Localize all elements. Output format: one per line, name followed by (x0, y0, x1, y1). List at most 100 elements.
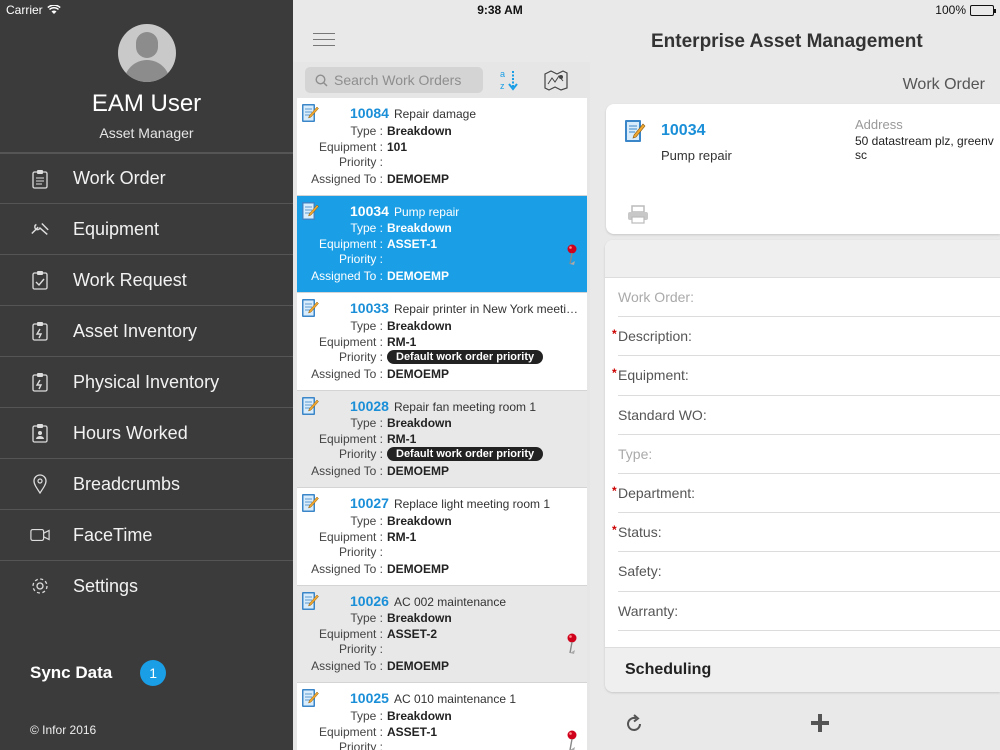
description-field[interactable]: * Description: (612, 317, 1000, 357)
clipboard-check-icon (30, 269, 50, 291)
type-value: Breakdown (387, 708, 452, 723)
sidebar-item-facetime[interactable]: FaceTime (0, 509, 293, 560)
type-row: Type : Breakdown (297, 416, 452, 431)
department-field[interactable]: * Department: (612, 474, 1000, 514)
equipment-value: ASSET-2 (387, 627, 438, 641)
type-field[interactable]: Type: (618, 435, 1000, 474)
work-order-number: 10025 (350, 690, 389, 706)
warranty-field[interactable]: Warranty: (618, 592, 1000, 631)
clock: 9:38 AM (477, 3, 523, 17)
work-order-doc-icon (302, 591, 319, 610)
equipment-value: ASSET-1 (387, 237, 438, 251)
sidebar-item-breadcrumbs[interactable]: Breadcrumbs (0, 458, 293, 509)
wrench-icon (30, 218, 50, 240)
battery-label: 100% (935, 3, 966, 17)
work-order-number: 10033 (350, 300, 389, 316)
equipment-label: Equipment : (318, 237, 383, 251)
priority-label: Priority : (338, 154, 383, 169)
work-order-list-item[interactable]: 10034 Pump repair Type : Breakdown Equipment… (297, 195, 587, 293)
priority-row: Priority : (297, 544, 387, 559)
sidebar-item-asset-inventory[interactable]: Asset Inventory (0, 305, 293, 356)
work-order-title: Repair fan meeting room 1 (393, 399, 537, 414)
required-marker: * (612, 366, 617, 381)
warranty-label: Warranty: (618, 602, 679, 619)
work-order-heading: 10028 Repair fan meeting room 1 (350, 398, 536, 414)
map-icon[interactable] (543, 69, 569, 91)
address-line-2: sc (855, 148, 867, 162)
sidebar-item-settings[interactable]: Settings (0, 560, 293, 611)
type-label: Type : (350, 221, 383, 235)
type-row: Type : Breakdown (297, 123, 451, 138)
map-pin-icon[interactable] (565, 633, 579, 655)
priority-label: Priority : (338, 349, 383, 364)
assigned-row: Assigned To : DEMOEMP (297, 464, 449, 479)
work-order-doc-icon (302, 494, 319, 512)
priority-label: Priority : (338, 544, 383, 559)
assigned-value: DEMOEMP (387, 561, 450, 576)
priority-badge: Default work order priority (387, 349, 544, 364)
work-order-heading: 10034 Pump repair (350, 203, 459, 219)
work-order-number: 10084 (350, 105, 389, 121)
work-order-list: 10084 Repair damage Type : Breakdown Equipme… (297, 98, 587, 750)
gear-icon (30, 575, 50, 597)
search-icon (315, 73, 328, 87)
work-order-list-item[interactable]: 10026 AC 002 maintenance Type : Breakdown Eq… (297, 585, 587, 683)
clipboard-scan-icon (30, 371, 50, 393)
priority-row: Priority : Default work order priority (297, 349, 544, 364)
sidebar-item-hours-worked[interactable]: Hours Worked (0, 407, 293, 458)
scheduling-section[interactable]: Scheduling (605, 647, 1000, 692)
priority-label: Priority : (338, 642, 383, 656)
equipment-row: Equipment : RM-1 (297, 432, 416, 447)
add-icon[interactable] (809, 712, 831, 734)
search-input[interactable] (334, 72, 474, 88)
standard-wo-label: Standard WO: (618, 406, 707, 423)
sidebar-item-physical-inventory[interactable]: Physical Inventory (0, 356, 293, 407)
work-order-list-item[interactable]: 10027 Replace light meeting room 1 Type : B… (297, 488, 587, 586)
assigned-value: DEMOEMP (387, 659, 450, 673)
work-order-detail-panel: Work Order 10034 Pump repair Address 50 … (590, 62, 1000, 750)
avatar[interactable] (118, 24, 176, 82)
work-order-title: AC 010 maintenance 1 (393, 692, 517, 706)
print-icon[interactable] (626, 204, 650, 224)
work-order-number: 10028 (350, 397, 389, 414)
sync-data-button[interactable]: Sync Data 1 (30, 660, 167, 686)
type-value: Breakdown (387, 416, 452, 430)
work-order-list-item[interactable]: 10084 Repair damage Type : Breakdown Equipme… (297, 98, 587, 196)
map-pin-icon[interactable] (565, 244, 579, 266)
work-order-title: Repair damage (393, 107, 476, 121)
work-order-list-item[interactable]: 10033 Repair printer in New York meetin..… (297, 293, 587, 391)
equipment-field[interactable]: * Equipment: (612, 356, 1000, 396)
type-value: Breakdown (387, 611, 452, 625)
required-marker: * (612, 483, 617, 498)
sidebar-item-work-request[interactable]: Work Request (0, 254, 293, 305)
type-row: Type : Breakdown (297, 221, 452, 236)
work-order-list-item[interactable]: 10025 AC 010 maintenance 1 Type : Breakdown… (297, 683, 587, 750)
sort-az-icon[interactable]: az (498, 68, 522, 92)
standard-wo-field[interactable]: Standard WO: (618, 396, 1000, 435)
type-label: Type : (350, 123, 383, 138)
copyright: © Infor 2016 (30, 723, 97, 737)
status-field[interactable]: * Status: (612, 513, 1000, 553)
top-bar: Enterprise Asset Management (293, 20, 1000, 62)
type-label: Type : (350, 318, 383, 333)
type-label: Type : (350, 416, 383, 430)
safety-label: Safety: (618, 563, 662, 580)
safety-field[interactable]: Safety: (618, 552, 1000, 592)
sync-count-badge: 1 (140, 660, 167, 686)
sidebar: EAM User Asset Manager Work Order Equipme… (0, 0, 293, 750)
work-order-number: 10034 (350, 202, 389, 219)
work-order-list-item[interactable]: 10028 Repair fan meeting room 1 Type : Brea… (297, 390, 587, 488)
sidebar-item-work-order[interactable]: Work Order (0, 152, 293, 203)
map-pin-icon[interactable] (565, 730, 579, 750)
work-order-field[interactable]: Work Order: (618, 278, 1000, 318)
priority-row: Priority : Default work order priority (297, 447, 544, 462)
work-order-list-panel: az 10084 Repair damage Type : Breakdown Equi… (293, 62, 590, 750)
refresh-icon[interactable] (624, 714, 644, 734)
type-value: Breakdown (387, 221, 452, 235)
sidebar-item-equipment[interactable]: Equipment (0, 203, 293, 254)
priority-row: Priority : (297, 252, 387, 267)
work-order-number: 10026 (350, 592, 389, 609)
hamburger-menu-icon[interactable] (313, 33, 335, 47)
required-marker: * (612, 523, 617, 538)
search-box[interactable] (305, 67, 483, 93)
